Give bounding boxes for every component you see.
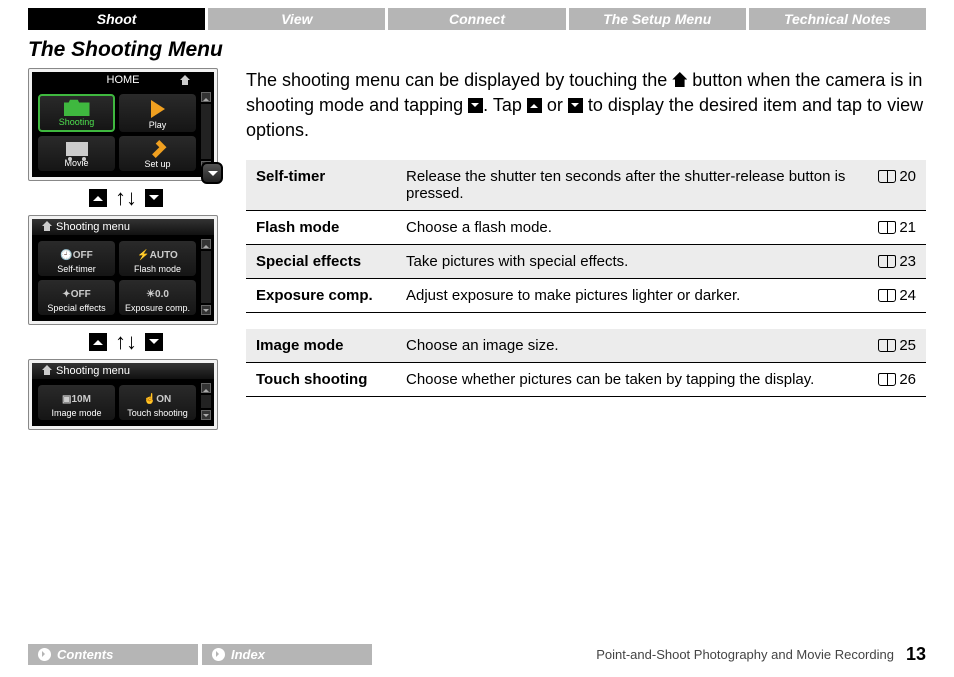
- table-row: Touch shootingChoose whether pictures ca…: [246, 362, 926, 396]
- lcd-cell-special-effects: ✦OFFSpecial effects: [38, 280, 115, 315]
- home-icon: [42, 221, 52, 231]
- tab-connect[interactable]: Connect: [388, 8, 565, 30]
- section-caption: Point-and-Shoot Photography and Movie Re…: [596, 647, 894, 662]
- down-arrow-icon: [468, 98, 483, 113]
- menu-item-name: Self-timer: [246, 160, 396, 211]
- exposure-icon: ☀: [146, 289, 155, 300]
- book-icon: [878, 339, 896, 352]
- touch-icon: ☝: [144, 394, 156, 405]
- effects-icon: ✦: [62, 289, 70, 300]
- menu-item-name: Touch shooting: [246, 362, 396, 396]
- up-arrow-icon: [89, 189, 107, 207]
- menu-item-name: Exposure comp.: [246, 278, 396, 312]
- book-icon: [878, 373, 896, 386]
- lcd-shooting-menu-1: Shooting menu 🕘OFFSelf-timer ⚡AUTOFlash …: [28, 215, 218, 325]
- menu-item-page-ref[interactable]: 24: [866, 278, 926, 312]
- play-icon: [151, 100, 165, 118]
- lcd-cell-shooting: Shooting: [38, 94, 115, 132]
- timer-icon: 🕘: [60, 250, 72, 261]
- down-button-highlight: [201, 162, 223, 184]
- lcd-home-title: HOME: [32, 72, 214, 88]
- page-number: 13: [906, 644, 926, 665]
- menu-item-desc: Choose a flash mode.: [396, 210, 866, 244]
- illustration-column: HOME Shooting Play Movie Set up ↑↓ Shoot…: [28, 68, 224, 430]
- menu-item-page-ref[interactable]: 20: [866, 160, 926, 211]
- book-icon: [878, 289, 896, 302]
- menu-item-name: Flash mode: [246, 210, 396, 244]
- table-row: Special effectsTake pictures with specia…: [246, 244, 926, 278]
- page-heading: The Shooting Menu: [0, 30, 954, 68]
- lcd-cell-image-mode: ▣10MImage mode: [38, 385, 115, 420]
- down-arrow-icon: [145, 333, 163, 351]
- tab-setup-menu[interactable]: The Setup Menu: [569, 8, 746, 30]
- menu-item-desc: Take pictures with special effects.: [396, 244, 866, 278]
- lcd-shooting-menu-2: Shooting menu ▣10MImage mode ☝ONTouch sh…: [28, 359, 218, 430]
- menu-item-page-ref[interactable]: 21: [866, 210, 926, 244]
- menu-item-name: Special effects: [246, 244, 396, 278]
- lcd-home: HOME Shooting Play Movie Set up: [28, 68, 218, 181]
- lcd-cell-setup: Set up: [119, 136, 196, 171]
- home-icon: [672, 72, 687, 87]
- lcd2-title: Shooting menu: [32, 219, 214, 235]
- home-icon: [42, 365, 52, 375]
- top-tabs: Shoot View Connect The Setup Menu Techni…: [0, 0, 954, 30]
- lcd-cell-play: Play: [119, 94, 196, 132]
- down-arrow-icon: [568, 98, 583, 113]
- lcd-scrollbar: [201, 239, 211, 315]
- shooting-menu-table: Self-timerRelease the shutter ten second…: [246, 160, 926, 397]
- contents-button[interactable]: Contents: [28, 644, 198, 665]
- book-icon: [878, 221, 896, 234]
- updown-arrow-icon: ↑↓: [115, 333, 137, 351]
- tab-technical-notes[interactable]: Technical Notes: [749, 8, 926, 30]
- menu-item-desc: Choose an image size.: [396, 329, 866, 363]
- index-button[interactable]: Index: [202, 644, 372, 665]
- flash-icon: ⚡: [137, 250, 149, 261]
- menu-item-page-ref[interactable]: 23: [866, 244, 926, 278]
- table-row: Exposure comp.Adjust exposure to make pi…: [246, 278, 926, 312]
- table-row: Flash modeChoose a flash mode.21: [246, 210, 926, 244]
- table-row: Self-timerRelease the shutter ten second…: [246, 160, 926, 211]
- camera-icon: [64, 98, 90, 116]
- wrench-icon: [149, 140, 167, 158]
- book-icon: [878, 170, 896, 183]
- tab-shoot[interactable]: Shoot: [28, 8, 205, 30]
- arrow-circle-icon: [38, 648, 51, 661]
- page-footer: Contents Index Point-and-Shoot Photograp…: [28, 644, 926, 665]
- up-arrow-icon: [89, 333, 107, 351]
- arrow-circle-icon: [212, 648, 225, 661]
- arrow-row-1: ↑↓: [28, 189, 224, 207]
- home-icon: [180, 75, 190, 85]
- lcd-cell-touch-shooting: ☝ONTouch shooting: [119, 385, 196, 420]
- intro-paragraph: The shooting menu can be displayed by to…: [246, 68, 926, 144]
- menu-item-name: Image mode: [246, 329, 396, 363]
- lcd-scrollbar: [201, 92, 211, 171]
- movie-icon: [66, 142, 88, 156]
- book-icon: [878, 255, 896, 268]
- lcd-cell-flash-mode: ⚡AUTOFlash mode: [119, 241, 196, 276]
- menu-item-page-ref[interactable]: 25: [866, 329, 926, 363]
- menu-item-page-ref[interactable]: 26: [866, 362, 926, 396]
- up-arrow-icon: [527, 98, 542, 113]
- arrow-row-2: ↑↓: [28, 333, 224, 351]
- lcd-scrollbar: [201, 383, 211, 420]
- table-row: Image modeChoose an image size.25: [246, 329, 926, 363]
- down-arrow-icon: [145, 189, 163, 207]
- lcd-cell-exposure-comp: ☀0.0Exposure comp.: [119, 280, 196, 315]
- image-mode-icon: ▣: [62, 394, 71, 405]
- lcd-cell-movie: Movie: [38, 136, 115, 171]
- lcd-cell-self-timer: 🕘OFFSelf-timer: [38, 241, 115, 276]
- menu-item-desc: Release the shutter ten seconds after th…: [396, 160, 866, 211]
- updown-arrow-icon: ↑↓: [115, 189, 137, 207]
- lcd3-title: Shooting menu: [32, 363, 214, 379]
- tab-view[interactable]: View: [208, 8, 385, 30]
- menu-item-desc: Adjust exposure to make pictures lighter…: [396, 278, 866, 312]
- menu-item-desc: Choose whether pictures can be taken by …: [396, 362, 866, 396]
